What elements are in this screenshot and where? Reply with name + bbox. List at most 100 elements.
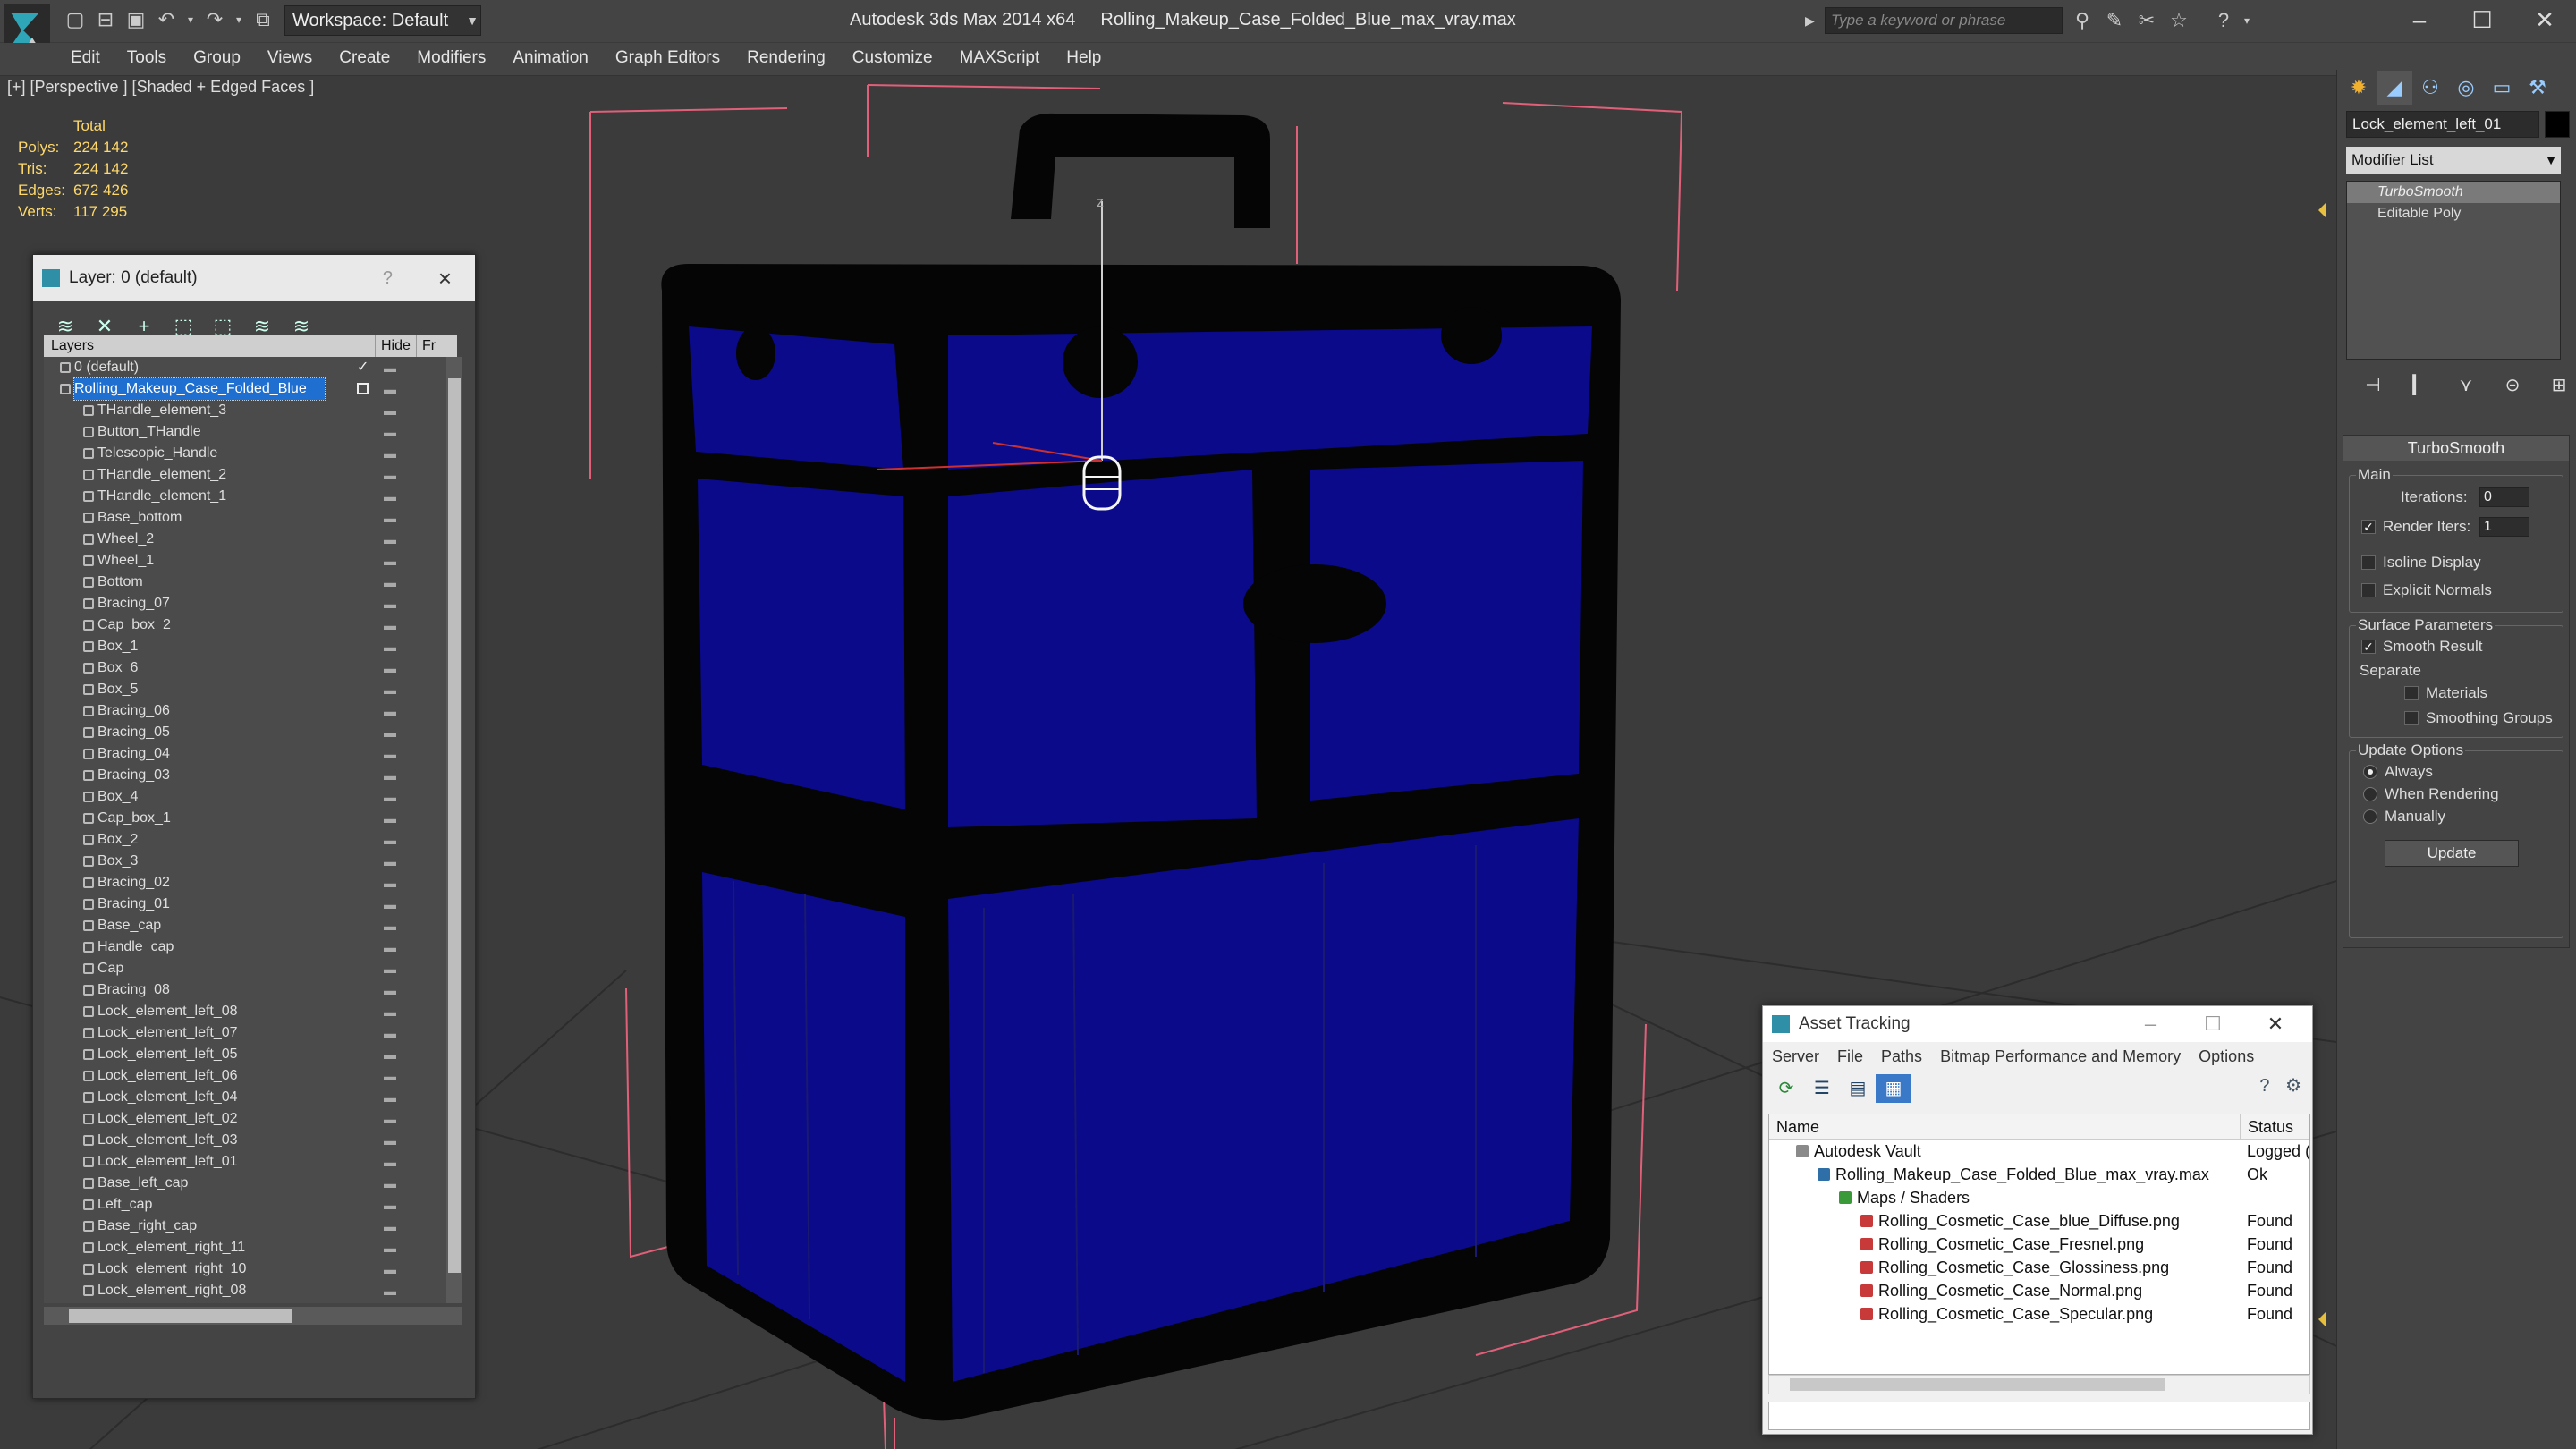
layer-list-item[interactable]: Base_left_cap ▬: [44, 1173, 446, 1194]
communication-icon[interactable]: ✂: [2131, 7, 2163, 34]
hide-toggle-icon[interactable]: ▬: [384, 743, 396, 765]
motion-tab-icon[interactable]: ◎: [2448, 71, 2484, 105]
layer-list-item[interactable]: Box_3 ▬: [44, 851, 446, 872]
scrollbar-thumb[interactable]: [448, 378, 461, 1273]
layer-list-item[interactable]: Wheel_2 ▬: [44, 529, 446, 550]
hide-toggle-icon[interactable]: ▬: [384, 636, 396, 657]
workspace-dropdown[interactable]: Workspace: Default: [284, 5, 481, 36]
table-view-icon[interactable]: ▦: [1876, 1074, 1911, 1103]
maximize-icon[interactable]: ☐: [2451, 2, 2513, 38]
layer-list-item[interactable]: Lock_element_right_11 ▬: [44, 1237, 446, 1258]
manually-radio[interactable]: [2363, 809, 2377, 824]
layer-list-item[interactable]: Lock_element_left_01 ▬: [44, 1151, 446, 1173]
hide-toggle-icon[interactable]: ▬: [384, 979, 396, 1001]
hide-toggle-icon[interactable]: ▬: [384, 829, 396, 851]
explicit-normals-checkbox[interactable]: [2361, 583, 2376, 597]
hide-toggle-icon[interactable]: ▬: [384, 851, 396, 872]
hide-toggle-icon[interactable]: ▬: [384, 529, 396, 550]
hide-toggle-icon[interactable]: ▬: [384, 1044, 396, 1065]
create-tab-icon[interactable]: ✹: [2341, 71, 2377, 105]
layer-list-item[interactable]: Left_cap ▬: [44, 1194, 446, 1216]
layer-list-item[interactable]: Bracing_04 ▬: [44, 743, 446, 765]
smooth-result-checkbox[interactable]: ✓: [2361, 640, 2376, 654]
layer-list[interactable]: 0 (default) ✓ ▬ Rolling_Makeup_Case_Folded_…: [44, 357, 446, 1303]
layer-list-item[interactable]: Bracing_02 ▬: [44, 872, 446, 894]
asset-row[interactable]: Rolling_Cosmetic_Case_blue_Diffuse.png Fo…: [1769, 1209, 2309, 1233]
hide-toggle-icon[interactable]: ▬: [384, 378, 396, 400]
menu-group[interactable]: Group: [180, 43, 254, 73]
hide-toggle-icon[interactable]: ▬: [384, 915, 396, 936]
viewport-label[interactable]: [+] [Perspective ] [Shaded + Edged Faces…: [7, 76, 314, 97]
layer-list-item[interactable]: Bracing_05 ▬: [44, 722, 446, 743]
menu-customize[interactable]: Customize: [839, 43, 946, 73]
open-file-icon[interactable]: ⊟: [93, 7, 118, 32]
layer-list-item[interactable]: Cap_box_1 ▬: [44, 808, 446, 829]
render-iters-spinner[interactable]: 1: [2479, 517, 2529, 537]
hide-toggle-icon[interactable]: ▬: [384, 464, 396, 486]
column-freeze[interactable]: Fr: [416, 335, 436, 357]
asset-tracking-titlebar[interactable]: Asset Tracking – ☐ ✕: [1763, 1006, 2312, 1042]
hide-toggle-icon[interactable]: ▬: [384, 936, 396, 958]
menu-help[interactable]: Help: [1053, 43, 1114, 73]
hide-toggle-icon[interactable]: ▬: [384, 1301, 396, 1303]
layer-list-item[interactable]: Rolling_Makeup_Case_Folded_Blue ▬: [44, 377, 446, 401]
menu-graph-editors[interactable]: Graph Editors: [602, 43, 733, 73]
object-name-field[interactable]: Lock_element_left_01: [2346, 111, 2539, 138]
layer-list-item[interactable]: Base_cap ▬: [44, 915, 446, 936]
close-icon[interactable]: ✕: [2513, 2, 2576, 38]
set-current-layer-icon[interactable]: [357, 383, 369, 394]
hide-toggle-icon[interactable]: ▬: [384, 1194, 396, 1216]
layer-list-item[interactable]: Box_1 ▬: [44, 636, 446, 657]
layer-list-item[interactable]: Bracing_06 ▬: [44, 700, 446, 722]
layer-list-item[interactable]: Button_THandle ▬: [44, 421, 446, 443]
layer-list-item[interactable]: Bracing_08 ▬: [44, 979, 446, 1001]
detail-view-icon[interactable]: ▤: [1840, 1074, 1876, 1103]
asset-menu-server[interactable]: Server: [1763, 1042, 1828, 1071]
asset-menu-options[interactable]: Options: [2190, 1042, 2263, 1071]
hide-toggle-icon[interactable]: ▬: [384, 507, 396, 529]
hide-toggle-icon[interactable]: ▬: [384, 894, 396, 915]
iterations-spinner[interactable]: 0: [2479, 487, 2529, 507]
hide-toggle-icon[interactable]: ▬: [384, 722, 396, 743]
show-end-result-icon[interactable]: ▎: [2396, 372, 2443, 399]
layer-list-item[interactable]: Lock_element_left_02 ▬: [44, 1108, 446, 1130]
chevron-down-icon[interactable]: ▼: [463, 5, 481, 36]
layer-list-item[interactable]: Box_5 ▬: [44, 679, 446, 700]
hide-toggle-icon[interactable]: ▬: [384, 1001, 396, 1022]
maximize-icon[interactable]: ☐: [2182, 1006, 2244, 1042]
help-icon[interactable]: ?: [2259, 1076, 2269, 1096]
layer-list-item[interactable]: Bracing_07 ▬: [44, 593, 446, 614]
hide-toggle-icon[interactable]: ▬: [384, 1237, 396, 1258]
new-file-icon[interactable]: ▢: [63, 7, 88, 32]
hide-toggle-icon[interactable]: ▬: [384, 486, 396, 507]
layer-list-item[interactable]: Lock_element_right_08 ▬: [44, 1280, 446, 1301]
minimize-icon[interactable]: –: [2388, 2, 2451, 38]
hide-toggle-icon[interactable]: ▬: [384, 572, 396, 593]
modifier-stack[interactable]: TurboSmooth Editable Poly: [2346, 181, 2561, 360]
menu-views[interactable]: Views: [254, 43, 326, 73]
hide-toggle-icon[interactable]: ▬: [384, 614, 396, 636]
search-expand-icon[interactable]: ▶: [1805, 7, 1815, 34]
close-icon[interactable]: ✕: [2244, 1006, 2307, 1042]
help-dropdown-icon[interactable]: ▾: [2240, 7, 2254, 34]
scrollbar-thumb[interactable]: [1790, 1378, 2165, 1391]
redo-icon[interactable]: ↷: [202, 7, 227, 32]
always-radio[interactable]: [2363, 765, 2377, 779]
hide-toggle-icon[interactable]: ▬: [384, 1022, 396, 1044]
asset-row[interactable]: Rolling_Cosmetic_Case_Specular.png Found: [1769, 1302, 2309, 1326]
redo-dropdown-icon[interactable]: ▾: [233, 7, 245, 32]
layer-list-item[interactable]: Base_right_cap ▬: [44, 1216, 446, 1237]
modifier-list-dropdown[interactable]: Modifier List: [2346, 147, 2561, 174]
menu-maxscript[interactable]: MAXScript: [946, 43, 1054, 73]
remove-modifier-icon[interactable]: ⊝: [2489, 372, 2536, 399]
hide-toggle-icon[interactable]: ▬: [384, 786, 396, 808]
hide-toggle-icon[interactable]: ▬: [384, 679, 396, 700]
layer-list-item[interactable]: Bottom ▬: [44, 572, 446, 593]
hide-toggle-icon[interactable]: ▬: [384, 872, 396, 894]
undo-icon[interactable]: ↶: [154, 7, 179, 32]
hide-toggle-icon[interactable]: ▬: [384, 958, 396, 979]
refresh-icon[interactable]: ⟳: [1768, 1074, 1804, 1103]
layer-list-item[interactable]: Cap_box_2 ▬: [44, 614, 446, 636]
render-iters-checkbox[interactable]: ✓: [2361, 520, 2376, 534]
menu-modifiers[interactable]: Modifiers: [403, 43, 499, 73]
